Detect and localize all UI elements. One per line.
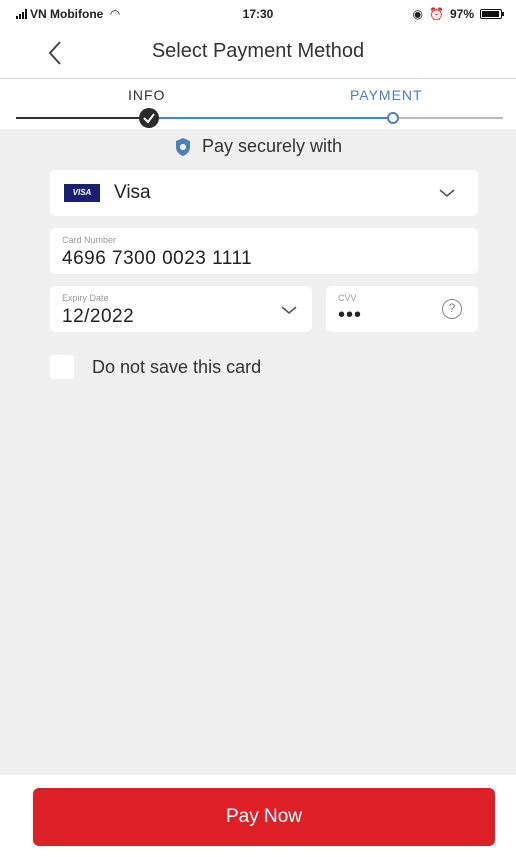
step-info-label: INFO (128, 87, 166, 103)
step-info-done-dot[interactable] (139, 108, 159, 128)
secure-note-text: Pay securely with (201, 136, 343, 156)
battery-percent: 97% (449, 7, 474, 21)
footer: Pay Now (0, 775, 516, 857)
step-payment-current-dot (387, 112, 399, 124)
status-bar: VN Mobifone ◠ 17:30 ◉ ⏰ 97% (0, 0, 516, 30)
card-number-label: Card Number (62, 235, 117, 245)
status-right: ◉ ⏰ 97% (412, 7, 504, 21)
save-card-label: Do not save this card (92, 356, 262, 377)
card-brand-select[interactable]: VISA Visa (50, 170, 478, 216)
page-title: Select Payment Method (151, 40, 365, 62)
card-brand-value: Visa (114, 182, 151, 203)
orientation-lock-icon: ◉ (412, 7, 424, 21)
battery-icon (480, 9, 504, 19)
card-number-value: 4696 7300 0023 1111 (62, 248, 253, 269)
progress-stepper: INFO PAYMENT (0, 79, 516, 129)
help-icon[interactable]: ? (442, 299, 462, 319)
save-card-checkbox[interactable] (50, 355, 74, 379)
cvv-field[interactable]: CVV ••• ? (326, 286, 478, 332)
expiry-date-field[interactable]: Expiry Date 12/2022 (50, 286, 312, 332)
cvv-label: CVV (338, 293, 357, 303)
step-payment-label: PAYMENT (350, 87, 423, 103)
cvv-value: ••• (338, 304, 363, 326)
pay-now-button[interactable]: Pay Now (33, 788, 495, 846)
secure-note: Pay securely with (0, 136, 516, 157)
checkmark-icon (143, 113, 155, 124)
save-card-row: Do not save this card (50, 354, 261, 380)
nav-bar: Select Payment Method (0, 30, 516, 79)
chevron-down-icon (439, 189, 455, 198)
expiry-date-label: Expiry Date (62, 293, 109, 303)
shield-icon (175, 137, 190, 156)
step-line-remaining (393, 117, 503, 119)
expiry-date-value: 12/2022 (62, 306, 135, 327)
visa-logo: VISA (64, 184, 100, 202)
card-number-field[interactable]: Card Number 4696 7300 0023 1111 (50, 228, 478, 274)
chevron-down-icon (281, 306, 297, 315)
alarm-icon: ⏰ (429, 7, 444, 21)
step-line-done (16, 117, 149, 119)
step-line-active (149, 117, 393, 119)
